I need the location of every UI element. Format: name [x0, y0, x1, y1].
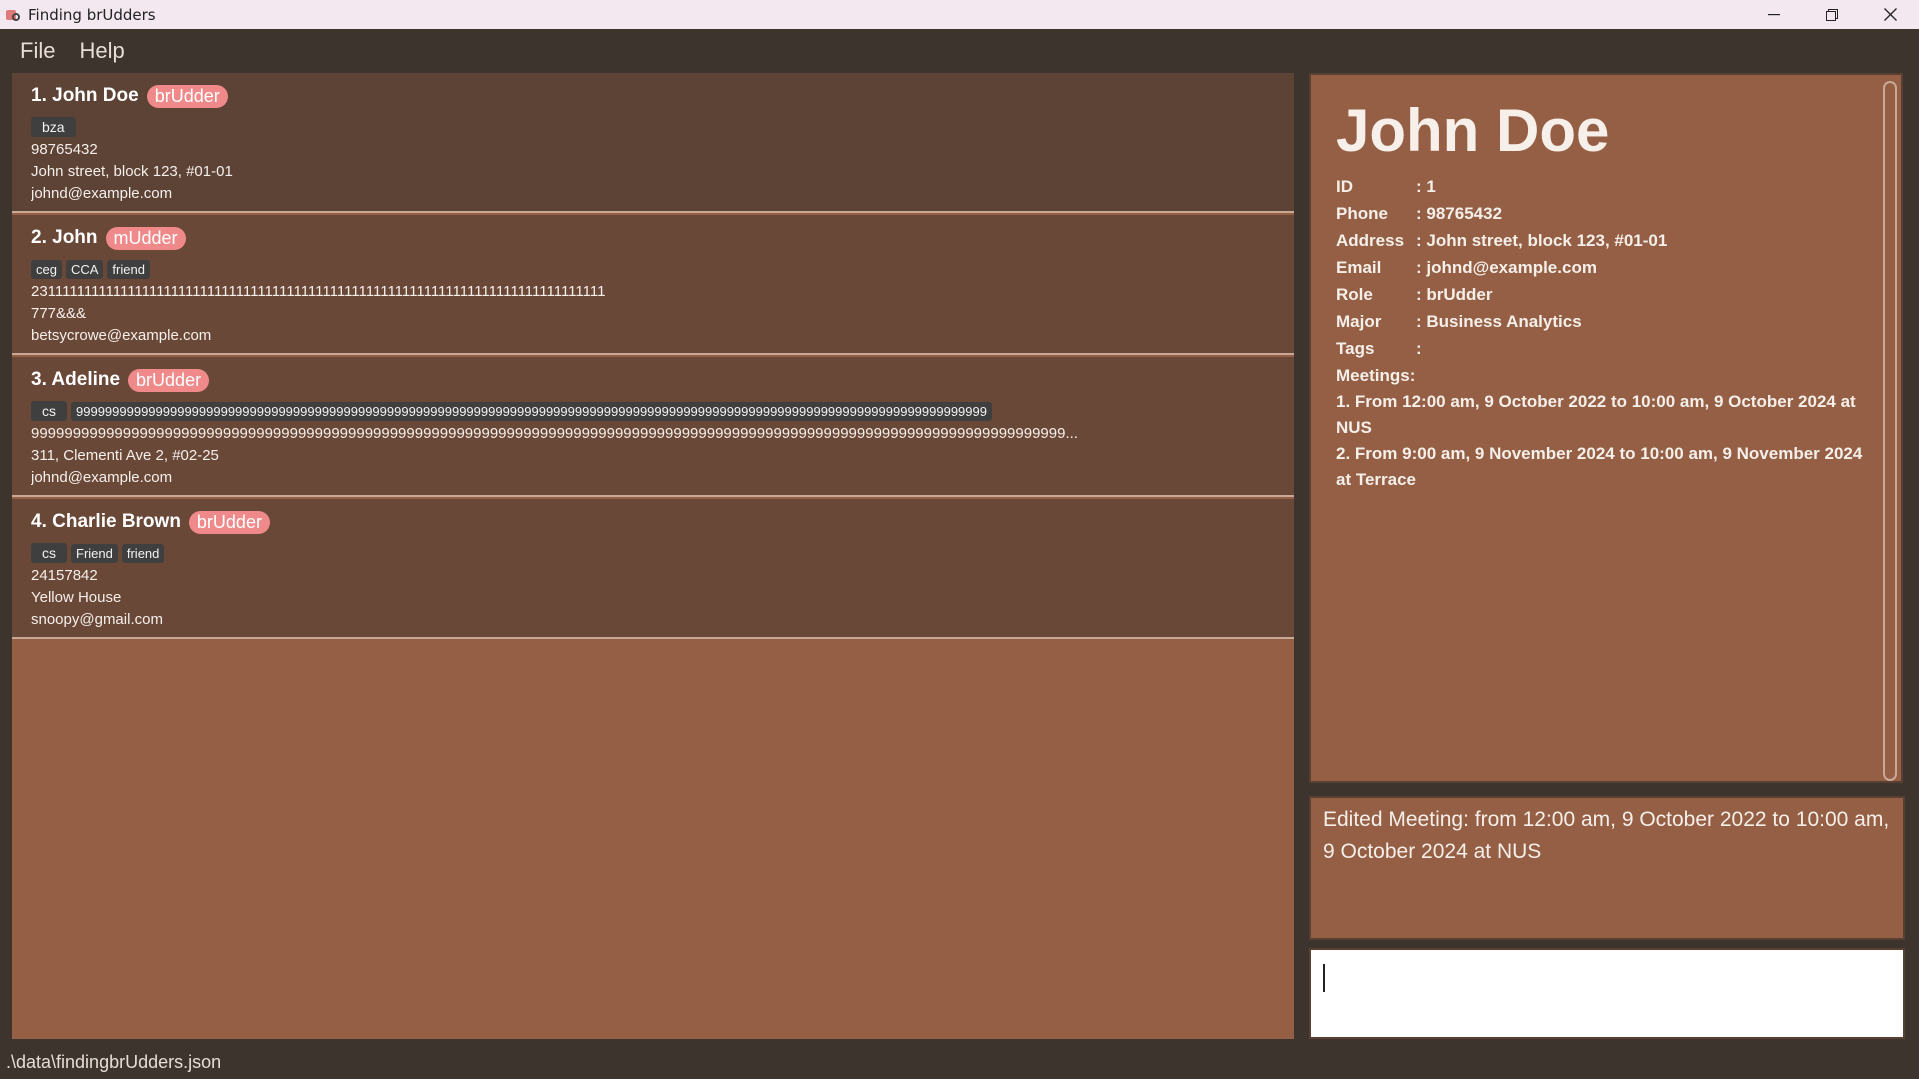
tags-row: cs Friend friend	[31, 541, 1275, 565]
result-text: Edited Meeting: from 12:00 am, 9 October…	[1323, 808, 1890, 863]
person-email: snoopy@gmail.com	[31, 611, 163, 628]
tag: Friend	[71, 543, 118, 563]
role-badge: brUdder	[188, 510, 270, 534]
window-controls	[1745, 0, 1919, 29]
person-address: 311, Clementi Ave 2, #02-25	[31, 447, 219, 464]
detail-row-tags: Tags :	[1336, 339, 1422, 358]
person-email: betsycrowe@example.com	[31, 327, 212, 344]
role-badge: brUdder	[128, 368, 210, 392]
person-card[interactable]: 1. John Doe brUdder bza 98765432 John st…	[12, 73, 1294, 213]
tags-row: bza	[31, 115, 1275, 139]
tag: cs	[31, 401, 67, 421]
tag: friend	[107, 259, 150, 279]
status-bar: .\data\findingbrUdders.json	[0, 1045, 1919, 1079]
person-name: 4. Charlie Brown	[31, 511, 181, 532]
app-icon	[6, 8, 22, 22]
tag: bza	[31, 117, 76, 137]
role-badge: mUdder	[105, 226, 186, 250]
person-name: 1. John Doe	[31, 85, 139, 106]
person-phone: 9999999999999999999999999999999999999999…	[31, 425, 1078, 442]
detail-row-meetings: Meetings :	[1336, 366, 1416, 385]
role-badge: brUdder	[146, 84, 228, 108]
menu-help[interactable]: Help	[79, 38, 124, 64]
person-name: 3. Adeline	[31, 369, 121, 390]
minimize-icon[interactable]	[1745, 0, 1803, 29]
tag: friend	[121, 543, 165, 563]
window-title: Finding brUdders	[28, 5, 156, 24]
person-card[interactable]: 2. John mUdder ceg CCA friend 2311111111…	[12, 215, 1294, 355]
meeting-item: 2. From 9:00 am, 9 November 2024 to 10:0…	[1336, 444, 1863, 489]
restore-icon[interactable]	[1803, 0, 1861, 29]
person-name: 2. John	[31, 227, 98, 248]
detail-row-major: Major : Business Analytics	[1336, 312, 1582, 331]
person-detail-panel: John Doe ID : 1 Phone : 98765432 Address…	[1309, 73, 1903, 783]
person-phone: 2311111111111111111111111111111111111111…	[31, 283, 606, 300]
person-email: johnd@example.com	[31, 469, 173, 486]
tags-row: cs 9999999999999999999999999999999999999…	[31, 399, 1275, 423]
detail-row-address: Address : John street, block 123, #01-01	[1336, 231, 1668, 250]
detail-row-phone: Phone : 98765432	[1336, 204, 1503, 223]
person-address: John street, block 123, #01-01	[31, 163, 233, 180]
title-bar: Finding brUdders	[0, 0, 1919, 29]
detail-row-email: Email : johnd@example.com	[1336, 258, 1597, 277]
person-email: johnd@example.com	[31, 185, 173, 202]
tag: CCA	[65, 259, 104, 279]
tag: cs	[31, 543, 67, 563]
person-phone: 98765432	[31, 141, 98, 158]
person-card[interactable]: 3. Adeline brUdder cs 999999999999999999…	[12, 357, 1294, 497]
detail-row-id: ID : 1	[1336, 177, 1436, 196]
menu-bar: File Help	[0, 29, 1919, 72]
tag: 9999999999999999999999999999999999999999…	[71, 401, 992, 421]
save-location: .\data\findingbrUdders.json	[6, 1051, 222, 1072]
person-list[interactable]: 1. John Doe brUdder bza 98765432 John st…	[12, 73, 1294, 1039]
menu-file[interactable]: File	[20, 38, 55, 64]
detail-fields: ID : 1 Phone : 98765432 Address : John s…	[1336, 173, 1876, 493]
tag: ceg	[31, 259, 62, 279]
text-caret	[1323, 964, 1325, 992]
command-input[interactable]	[1309, 948, 1905, 1039]
detail-name: John Doe	[1336, 97, 1610, 164]
meeting-item: 1. From 12:00 am, 9 October 2022 to 10:0…	[1336, 392, 1856, 437]
person-phone: 24157842	[31, 567, 98, 584]
result-display: Edited Meeting: from 12:00 am, 9 October…	[1309, 796, 1905, 940]
detail-row-role: Role : brUdder	[1336, 285, 1493, 304]
person-card[interactable]: 4. Charlie Brown brUdder cs Friend frien…	[12, 499, 1294, 639]
person-address: Yellow House	[31, 589, 122, 606]
close-icon[interactable]	[1861, 0, 1919, 29]
tags-row: ceg CCA friend	[31, 257, 1275, 281]
person-address: 777&&&	[31, 305, 87, 322]
detail-scrollbar[interactable]	[1883, 81, 1897, 781]
